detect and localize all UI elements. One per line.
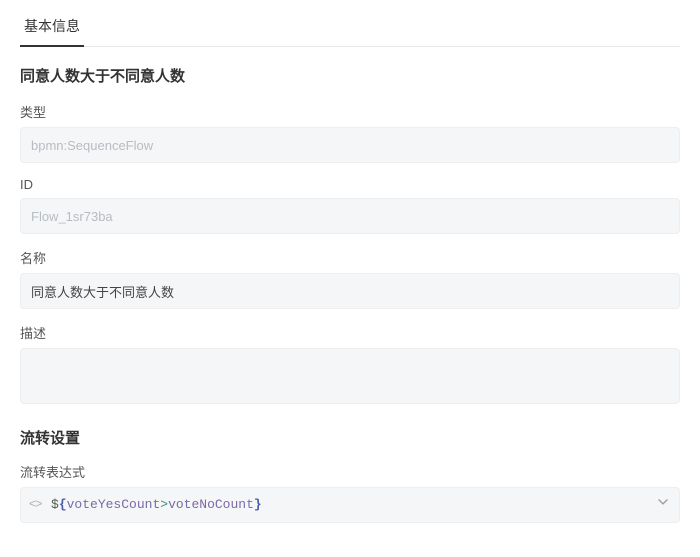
type-label: 类型: [20, 102, 680, 121]
chevron-down-icon[interactable]: [657, 496, 669, 514]
field-id: ID: [20, 177, 680, 234]
name-label: 名称: [20, 248, 680, 267]
code-icon: <>: [29, 497, 41, 514]
field-flow-expr: 流转表达式 <> ${voteYesCount>voteNoCount}: [20, 462, 680, 523]
field-type: 类型: [20, 102, 680, 163]
flow-expr-label: 流转表达式: [20, 462, 680, 481]
tab-basic-info[interactable]: 基本信息: [20, 10, 84, 46]
tabs: 基本信息: [20, 0, 680, 47]
field-name: 名称: [20, 248, 680, 309]
id-label: ID: [20, 177, 680, 192]
page-title: 同意人数大于不同意人数: [20, 65, 680, 86]
id-input: [20, 198, 680, 234]
flow-expr-input[interactable]: <> ${voteYesCount>voteNoCount}: [20, 487, 680, 523]
type-input: [20, 127, 680, 163]
name-input[interactable]: [20, 273, 680, 309]
desc-input[interactable]: [20, 348, 680, 404]
field-desc: 描述: [20, 323, 680, 407]
flow-section-title: 流转设置: [20, 427, 680, 448]
desc-label: 描述: [20, 323, 680, 342]
flow-expr-code: ${voteYesCount>voteNoCount}: [51, 497, 262, 512]
